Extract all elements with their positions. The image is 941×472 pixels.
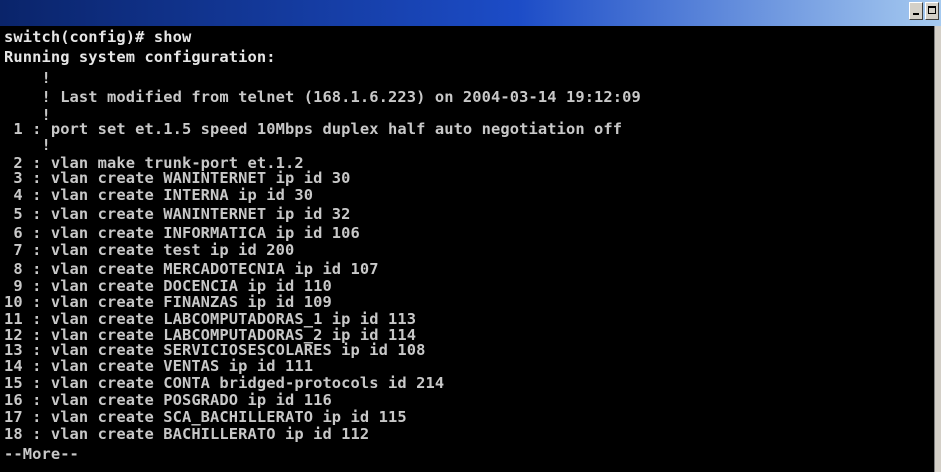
config-header: Running system configuration: — [4, 48, 276, 66]
prompt-line: switch(config)# show — [4, 28, 192, 46]
config-line: 8 : vlan create MERCADOTECNIA ip id 107 — [4, 260, 379, 278]
config-line: 15 : vlan create CONTA bridged-protocols… — [4, 374, 445, 392]
minimize-button[interactable] — [909, 2, 923, 20]
config-line: 16 : vlan create POSGRADO ip id 116 — [4, 391, 332, 409]
terminal-window: switch(config)# show Running system conf… — [0, 0, 941, 472]
config-line: 7 : vlan create test ip id 200 — [4, 241, 295, 259]
minimize-icon — [913, 13, 919, 15]
config-line: 5 : vlan create WANINTERNET ip id 32 — [4, 205, 351, 223]
vertical-scrollbar[interactable] — [934, 26, 941, 472]
more-prompt[interactable]: --More-- — [4, 445, 79, 463]
maximize-button[interactable] — [925, 2, 939, 20]
config-line: 3 : vlan create WANINTERNET ip id 30 — [4, 169, 351, 187]
console-output[interactable]: switch(config)# show Running system conf… — [0, 26, 934, 472]
comment-line: ! — [4, 69, 51, 87]
last-modified-comment: ! Last modified from telnet (168.1.6.223… — [4, 88, 641, 106]
maximize-icon — [928, 6, 936, 14]
config-line-1: 1 : port set et.1.5 speed 10Mbps duplex … — [4, 120, 623, 138]
title-bar[interactable] — [0, 0, 941, 26]
config-line: 4 : vlan create INTERNA ip id 30 — [4, 186, 314, 204]
config-line: 17 : vlan create SCA_BACHILLERATO ip id … — [4, 408, 407, 426]
config-line: 6 : vlan create INFORMATICA ip id 106 — [4, 224, 360, 242]
config-line: 18 : vlan create BACHILLERATO ip id 112 — [4, 425, 370, 443]
config-line: 14 : vlan create VENTAS ip id 111 — [4, 357, 314, 375]
config-line: 10 : vlan create FINANZAS ip id 109 — [4, 293, 332, 311]
comment-line: ! — [4, 136, 51, 154]
window-controls — [909, 2, 939, 24]
